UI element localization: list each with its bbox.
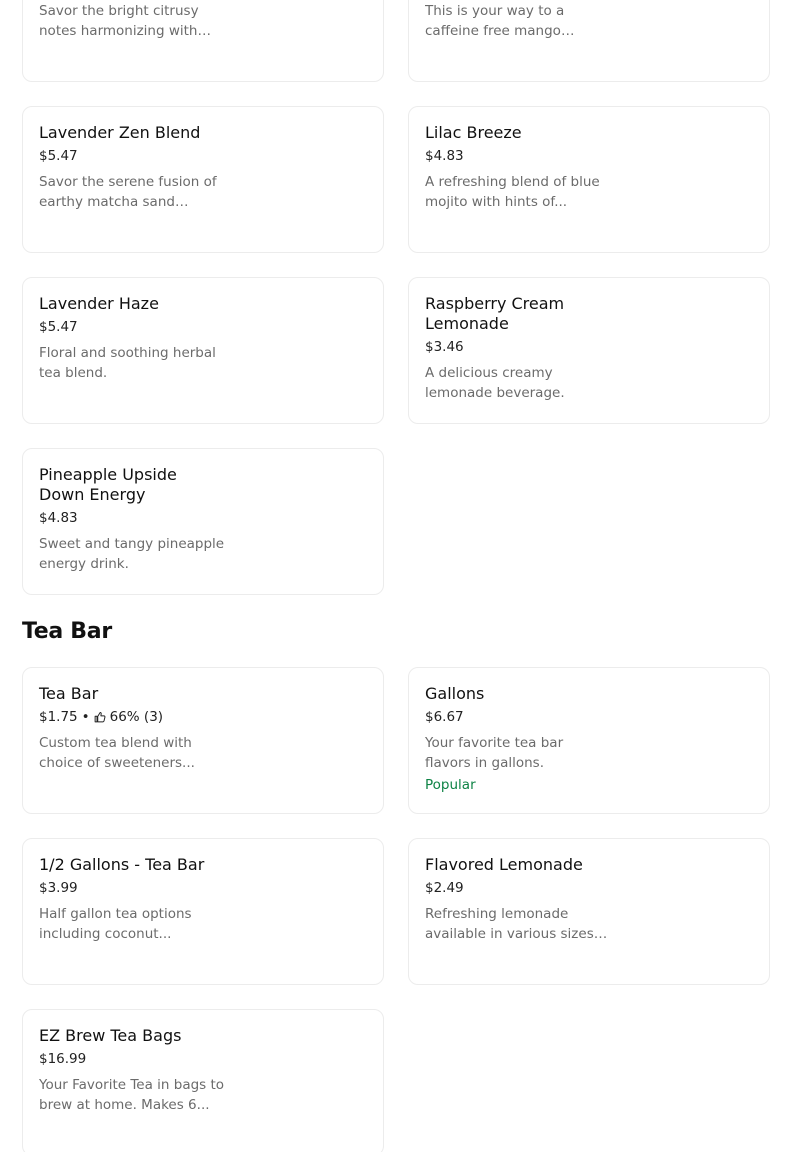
section-title-tea-bar: Tea Bar — [22, 619, 112, 644]
item-description: This is your way to a caffeine free mang… — [425, 3, 565, 39]
item-name: Flavored Lemonade — [425, 855, 583, 874]
item-description: Savor the serene fusion of earthy matcha… — [39, 174, 217, 210]
item-name: Gallons — [425, 684, 485, 703]
item-name: Lilac Breeze — [425, 123, 522, 142]
item-price: $5.47 — [39, 148, 78, 164]
item-description: Floral and soothing herbal tea blend. — [39, 345, 216, 381]
item-description: Refreshing lemonade available in various… — [425, 906, 594, 942]
item-name: Tea Bar — [39, 684, 99, 703]
item-price: $5.47 — [39, 319, 78, 335]
menu-item-card[interactable]: Flavored Lemonade $2.49 Refreshing lemon… — [408, 838, 770, 985]
menu-page: Savor the bright citrusy notes harmonizi… — [0, 0, 804, 1152]
item-description: Your Favorite Tea in bags to brew at hom… — [39, 1077, 225, 1113]
item-name: 1/2 Gallons - Tea Bar — [39, 855, 205, 874]
menu-item-card[interactable]: Savor the bright citrusy notes harmonizi… — [22, 0, 384, 82]
item-description: Half gallon tea options including coconu… — [39, 906, 192, 942]
item-name: Pineapple Upside Down Energy — [39, 465, 177, 504]
menu-item-card[interactable]: 1/2 Gallons - Tea Bar $3.99 Half gallon … — [22, 838, 384, 985]
menu-item-card[interactable]: Lavender Haze $5.47 Floral and soothing … — [22, 277, 384, 424]
menu-item-card[interactable]: Raspberry Cream Lemonade $3.46 A delicio… — [408, 277, 770, 424]
item-description: A refreshing blend of blue mojito with h… — [425, 174, 600, 210]
item-price: $6.67 — [425, 709, 464, 725]
item-price: $3.46 — [425, 339, 464, 355]
separator-dot: • — [81, 709, 90, 725]
item-description: Sweet and tangy pineapple energy drink. — [39, 536, 225, 572]
menu-item-card[interactable]: Gallons $6.67 Your favorite tea bar flav… — [408, 667, 770, 814]
thumbs-up-icon — [94, 711, 106, 723]
item-rating: 66% (3) — [109, 709, 164, 725]
item-price: $2.49 — [425, 880, 464, 896]
item-description: A delicious creamy lemonade beverage. — [425, 365, 565, 401]
item-description: Your favorite tea bar flavors in gallons… — [425, 735, 564, 771]
item-price: $3.99 — [39, 880, 78, 896]
item-name: Raspberry Cream Lemonade — [425, 294, 565, 333]
menu-item-card[interactable]: Tea Bar $1.75 • 66% (3) Custom tea blend… — [22, 667, 384, 814]
item-description: Savor the bright citrusy notes harmonizi… — [39, 3, 199, 39]
item-description: Custom tea blend with choice of sweetene… — [39, 735, 195, 771]
item-price: $4.83 — [39, 510, 78, 526]
menu-item-card[interactable]: Lavender Zen Blend $5.47 Savor the seren… — [22, 106, 384, 253]
item-price: $16.99 — [39, 1051, 87, 1067]
item-name: EZ Brew Tea Bags — [39, 1026, 182, 1045]
item-price: $1.75 — [39, 709, 78, 725]
menu-item-card[interactable]: EZ Brew Tea Bags $16.99 Your Favorite Te… — [22, 1009, 384, 1152]
popular-badge: Popular — [425, 777, 476, 793]
menu-item-card[interactable]: Pineapple Upside Down Energy $4.83 Sweet… — [22, 448, 384, 595]
item-name: Lavender Haze — [39, 294, 159, 313]
menu-item-card[interactable]: Lilac Breeze $4.83 A refreshing blend of… — [408, 106, 770, 253]
menu-item-card[interactable]: This is your way to a caffeine free mang… — [408, 0, 770, 82]
item-name: Lavender Zen Blend — [39, 123, 201, 142]
item-price: $4.83 — [425, 148, 464, 164]
